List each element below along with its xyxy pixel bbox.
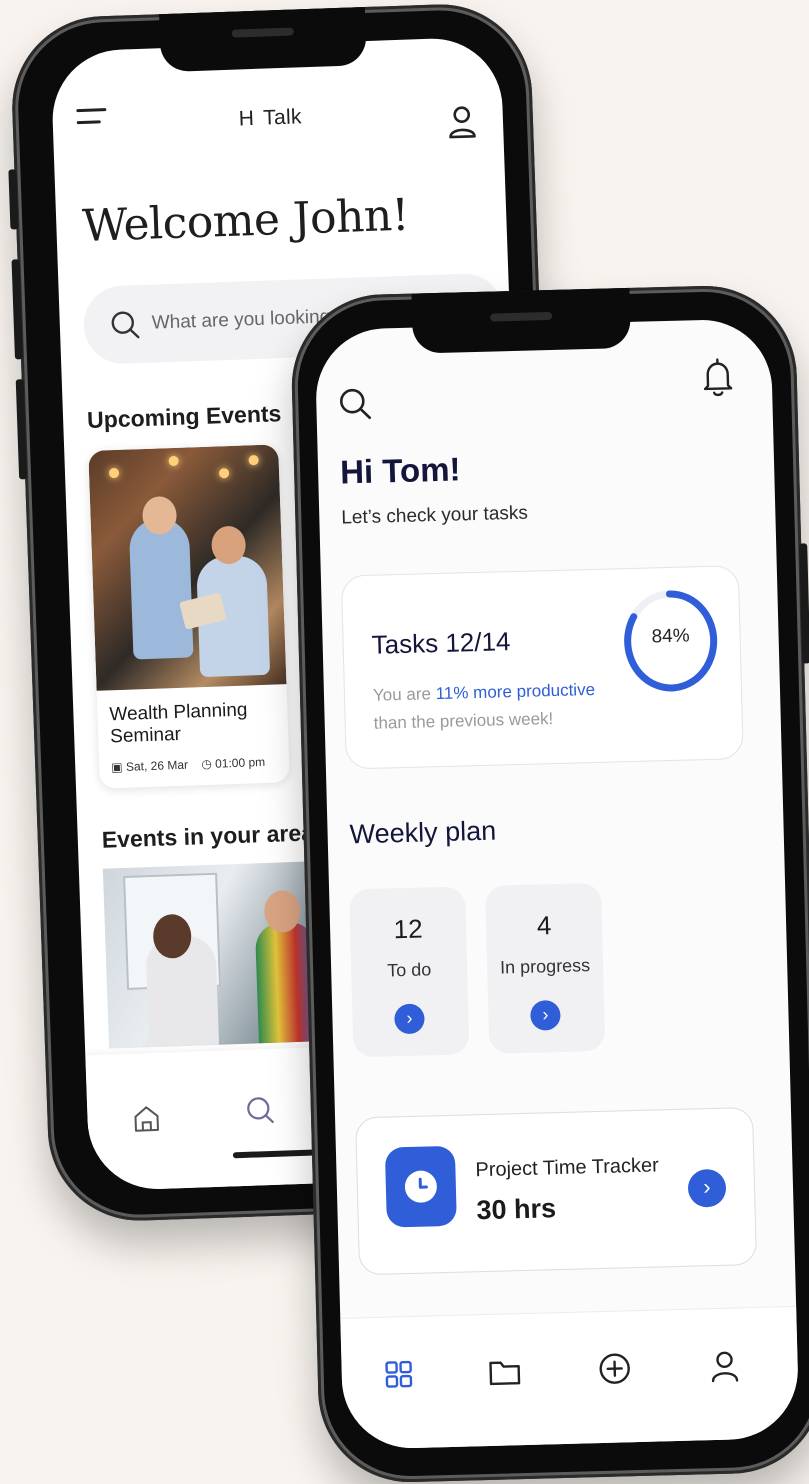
power-button (799, 543, 809, 663)
greeting-subtitle: Let’s check your tasks (341, 503, 528, 530)
user-icon[interactable] (446, 103, 477, 140)
home-icon[interactable] (131, 1103, 162, 1134)
user-icon[interactable] (707, 1348, 742, 1383)
search-icon[interactable] (338, 387, 373, 422)
progress-percent: 84% (621, 625, 720, 650)
weekly-count: 4 (486, 909, 603, 943)
tasks-card[interactable]: Tasks 12/14 You are 11% more productive … (341, 565, 744, 769)
front-tab-bar (340, 1306, 799, 1450)
chevron-right-icon[interactable]: › (688, 1169, 727, 1208)
tracker-value: 30 hrs (476, 1193, 556, 1226)
event-time: 01:00 pm (215, 755, 266, 771)
clock-icon (385, 1146, 457, 1228)
upcoming-events-title: Upcoming Events (87, 400, 282, 434)
events-area-title: Events in your area (101, 819, 314, 853)
volume-up-button (12, 259, 23, 359)
weekly-card-todo[interactable]: 12 To do › (349, 886, 469, 1057)
tasks-message-highlight: 11% more productive (435, 680, 595, 703)
clock-icon: ◷ (201, 757, 212, 771)
weekly-plan-title: Weekly plan (349, 816, 496, 851)
folder-icon[interactable] (487, 1354, 522, 1389)
volume-down-button (16, 379, 27, 479)
welcome-heading: Welcome John! (82, 190, 410, 252)
tasks-message-suffix: than the previous week! (373, 709, 553, 733)
greeting-heading: Hi Tom! (340, 450, 461, 491)
hamburger-icon[interactable] (76, 108, 107, 131)
search-icon[interactable] (245, 1095, 276, 1126)
phone-notch (159, 7, 367, 72)
event-meta: ▣ Sat, 26 Mar ◷ 01:00 pm (111, 755, 275, 775)
tracker-title: Project Time Tracker (475, 1154, 659, 1182)
event-photo (88, 444, 286, 690)
plus-circle-icon[interactable] (597, 1351, 632, 1386)
phone-notch (411, 288, 630, 354)
tasks-message: You are 11% more productive than the pre… (373, 675, 634, 738)
grid-icon[interactable] (381, 1357, 416, 1392)
chevron-right-icon[interactable]: › (394, 1004, 425, 1035)
weekly-card-in-progress[interactable]: 4 In progress › (485, 883, 605, 1054)
calendar-icon: ▣ (111, 760, 123, 774)
event-card[interactable]: Wealth Planning Seminar ▣ Sat, 26 Mar ◷ … (88, 444, 290, 788)
event-date: Sat, 26 Mar (126, 758, 188, 774)
event-title: Wealth Planning Seminar (109, 698, 280, 748)
mute-switch (8, 169, 18, 229)
search-icon (109, 309, 140, 340)
area-event-photo[interactable] (103, 861, 339, 1049)
chevron-right-icon[interactable]: › (530, 1000, 561, 1031)
time-tracker-card[interactable]: Project Time Tracker 30 hrs › (355, 1107, 757, 1275)
bell-icon[interactable] (699, 357, 736, 398)
front-phone-screen: Hi Tom! Let’s check your tasks Tasks 12/… (314, 318, 799, 1450)
front-phone-frame: Hi Tom! Let’s check your tasks Tasks 12/… (290, 284, 809, 1484)
tasks-message-prefix: You are (373, 684, 436, 705)
weekly-count: 12 (350, 912, 467, 946)
tasks-title: Tasks 12/14 (371, 626, 511, 661)
app-logo: H Talk (238, 105, 302, 131)
weekly-label: To do (351, 958, 468, 982)
weekly-label: In progress (487, 955, 604, 979)
